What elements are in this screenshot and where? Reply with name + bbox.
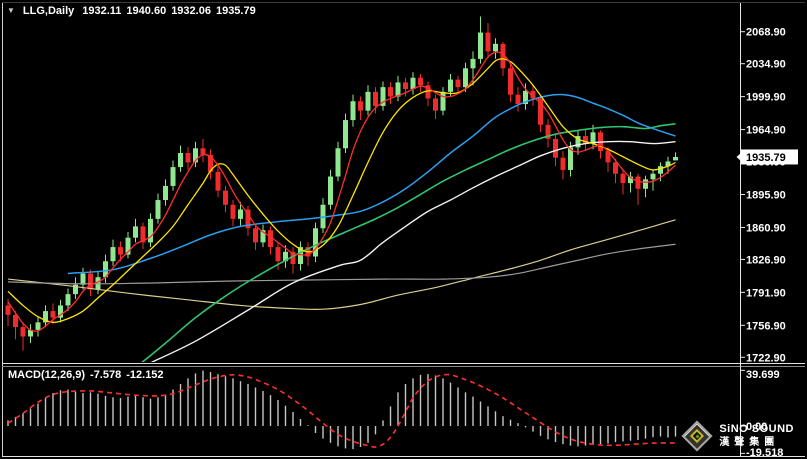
watermark-brand-cn: 漢聲集團 — [719, 438, 794, 449]
current-price-label: 1935.79 — [746, 152, 786, 164]
macd-indicator-label: MACD(12,26,9) -7.578 -12.152 — [8, 369, 164, 381]
candle-body — [238, 209, 243, 218]
moving-average-lines — [8, 52, 676, 390]
candle-body — [508, 68, 513, 94]
candle-body — [403, 82, 408, 89]
macd-main-value: -7.578 — [90, 369, 121, 381]
price-axis-label: 1826.90 — [746, 254, 786, 266]
candle-body — [51, 311, 56, 318]
candle-body — [553, 139, 558, 158]
candle-body — [13, 315, 18, 327]
price-axis-label: 1860.90 — [746, 222, 786, 234]
candle-body — [486, 33, 491, 52]
ma-white-line — [151, 141, 676, 362]
candle-body — [388, 87, 393, 96]
candle-body — [441, 92, 446, 111]
macd-signal-value: -12.152 — [126, 369, 163, 381]
candle-body — [216, 172, 221, 191]
candle-body — [148, 219, 153, 243]
price-axis-label: 1964.90 — [746, 125, 786, 137]
ma-blue-line — [68, 95, 676, 274]
candle-body — [231, 205, 236, 219]
symbol-period-label: LLG,Daily — [23, 5, 74, 17]
candle-body — [358, 101, 363, 110]
price-axis-label: 2034.90 — [746, 59, 786, 71]
pane-frame — [2, 3, 805, 457]
candle-body — [111, 247, 116, 261]
candle-body — [328, 177, 333, 205]
candle-body — [471, 59, 476, 68]
candle-body — [36, 322, 41, 330]
candle-body — [343, 120, 348, 148]
price-axis-label: 1999.90 — [746, 92, 786, 104]
trading-chart-window: 2068.902034.901999.901964.901930.901895.… — [0, 0, 807, 459]
candle-body — [88, 273, 93, 289]
candle-body — [223, 191, 228, 205]
watermark-brand: SiNO SOUND — [719, 424, 794, 436]
candle-body — [658, 166, 663, 174]
candlestick-series[interactable] — [6, 17, 679, 351]
candle-body — [448, 80, 453, 92]
candle-body — [478, 33, 483, 59]
candle-body — [643, 179, 648, 188]
price-axis-label: 1756.90 — [746, 320, 786, 332]
candle-body — [66, 294, 71, 305]
candle-body — [493, 44, 498, 52]
candle-body — [636, 177, 641, 189]
candle-body — [673, 157, 678, 160]
ohlc-open: 1932.11 — [82, 5, 121, 17]
candle-body — [201, 148, 206, 155]
macd-axis-label: 39.699 — [746, 369, 780, 381]
price-axis: 2068.902034.901999.901964.901930.901895.… — [741, 27, 786, 365]
candle-body — [6, 305, 11, 314]
macd-name: MACD(12,26,9) — [8, 369, 85, 381]
candle-body — [456, 80, 461, 88]
price-axis-label: 1791.90 — [746, 287, 786, 299]
candle-body — [651, 174, 656, 180]
chart-header: ▼ LLG,Daily 1932.11 1940.60 1932.06 1935… — [7, 5, 256, 17]
ma-gray-line — [8, 244, 676, 284]
candle-body — [561, 158, 566, 170]
chart-canvas[interactable]: 2068.902034.901999.901964.901930.901895.… — [0, 0, 807, 459]
candle-body — [516, 95, 521, 104]
candle-body — [81, 273, 86, 284]
candle-body — [163, 186, 168, 200]
ohlc-low: 1932.06 — [171, 5, 211, 17]
candle-body — [156, 200, 161, 219]
candle-body — [351, 101, 356, 120]
ohlc-high: 1940.60 — [126, 5, 166, 17]
sino-sound-logo-icon — [682, 421, 712, 451]
symbol-dropdown-icon[interactable]: ▼ — [7, 6, 15, 16]
candle-body — [186, 153, 191, 162]
candle-body — [313, 228, 318, 256]
candle-body — [613, 162, 618, 173]
ohlc-close: 1935.79 — [216, 5, 256, 17]
candle-body — [171, 167, 176, 186]
ma-yellow-line — [8, 59, 676, 323]
candle-body — [133, 226, 138, 237]
candle-body — [21, 327, 26, 336]
candle-body — [418, 78, 423, 86]
candle-body — [621, 174, 626, 183]
candle-body — [178, 153, 183, 167]
candle-body — [373, 92, 378, 106]
candle-body — [433, 98, 438, 110]
candle-body — [366, 92, 371, 111]
candle-body — [463, 68, 468, 87]
candle-body — [118, 247, 123, 255]
macd-signal-line — [8, 375, 676, 447]
price-axis-label: 1722.90 — [746, 352, 786, 364]
candle-body — [276, 247, 281, 261]
candle-body — [411, 78, 416, 89]
candle-body — [336, 148, 341, 176]
watermark-logo: SiNO SOUND 漢聲集團 — [682, 421, 794, 451]
current-price-tag: 1935.79 — [737, 149, 799, 164]
candle-body — [253, 228, 258, 242]
price-axis-label: 1895.90 — [746, 189, 786, 201]
price-axis-label: 2068.90 — [746, 27, 786, 39]
